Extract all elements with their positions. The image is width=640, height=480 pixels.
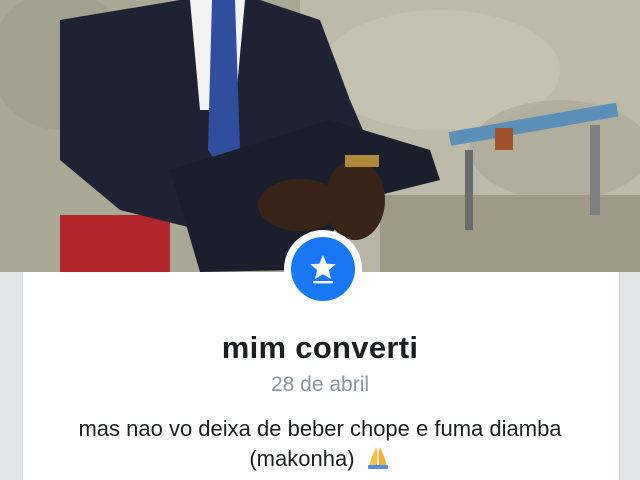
life-event-star-icon — [291, 237, 355, 301]
life-event-badge — [284, 230, 362, 308]
event-caption: mas nao vo deixa de beber chope e fuma d… — [40, 414, 600, 478]
caption-line-1: mas nao vo deixa de beber chope e fuma d… — [78, 416, 562, 441]
praying-hands-icon — [365, 444, 391, 478]
caption-line-2: (makonha) — [249, 446, 355, 471]
caption-line-2-wrap: (makonha) — [40, 444, 600, 478]
event-date: 28 de abril — [270, 373, 370, 396]
event-title: mim converti — [221, 330, 419, 365]
